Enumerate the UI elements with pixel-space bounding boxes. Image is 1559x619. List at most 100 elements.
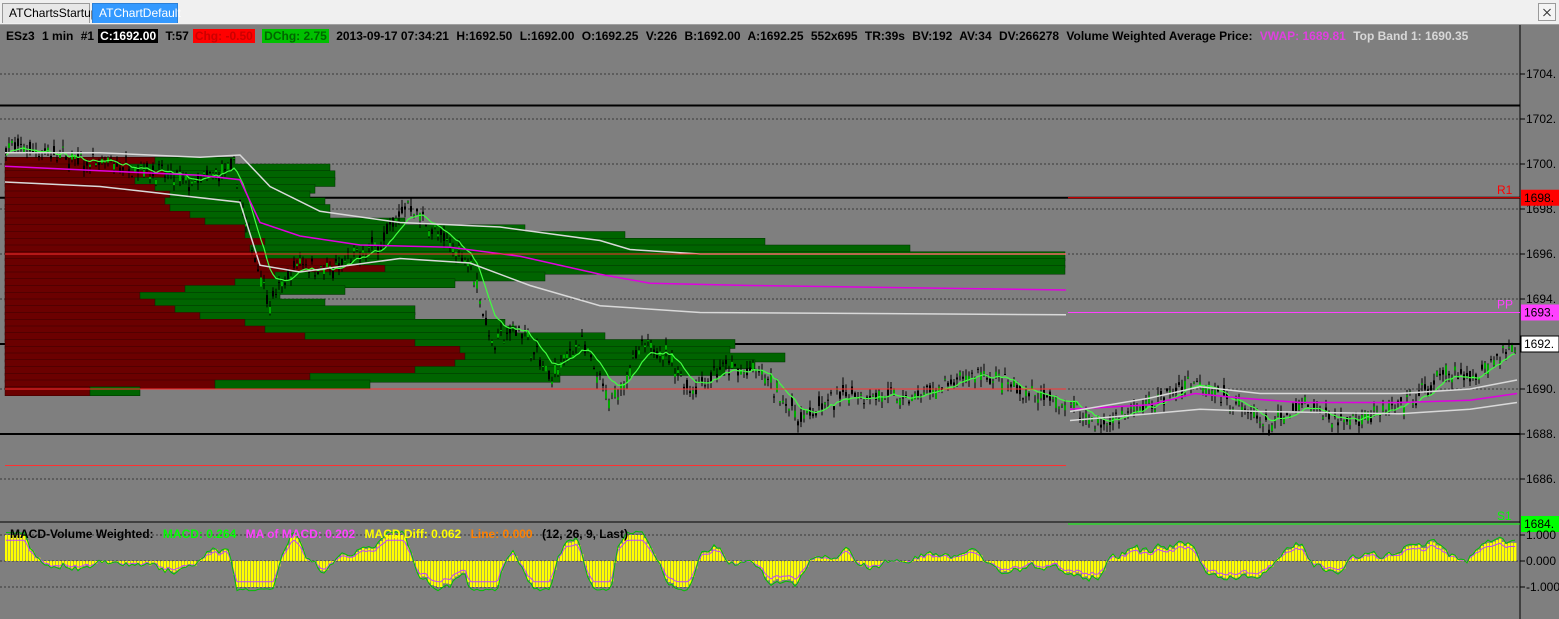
- candle-body: [38, 155, 40, 158]
- macd-histogram-bar: [1178, 543, 1181, 561]
- macd-histogram-bar: [446, 561, 449, 584]
- candle-body: [1412, 402, 1414, 405]
- candle-body: [275, 293, 277, 295]
- candle-body: [839, 391, 841, 399]
- candle-body: [194, 180, 196, 183]
- candle-body: [1388, 403, 1390, 411]
- candle-body: [1031, 386, 1033, 389]
- macd-histogram-bar: [713, 546, 716, 561]
- candle-body: [449, 242, 451, 247]
- tab-atchartsstartup[interactable]: ATChartsStartup: [2, 3, 97, 23]
- candle-body: [188, 187, 190, 192]
- candle-body: [1001, 382, 1003, 393]
- candle-body: [1169, 390, 1171, 393]
- candle-body: [227, 163, 229, 170]
- macd-histogram-bar: [1511, 542, 1514, 561]
- sell-volume-bar: [4, 386, 91, 396]
- candle-body: [1148, 395, 1150, 403]
- close-icon[interactable]: [1538, 3, 1556, 21]
- candle-body: [401, 206, 403, 214]
- candle-body: [326, 262, 328, 268]
- macd-tick-label: 1.000: [1526, 528, 1556, 542]
- candle-body: [1106, 424, 1108, 426]
- candle-body: [173, 182, 175, 186]
- candle-body: [704, 385, 706, 387]
- macd-histogram-bar: [782, 561, 785, 580]
- tab-atchartdefault[interactable]: ATChartDefault: [92, 3, 181, 23]
- candle-body: [314, 275, 316, 277]
- macd-histogram-bar: [431, 561, 434, 586]
- candle-body: [614, 388, 616, 398]
- candle-body: [1259, 421, 1261, 423]
- dv-label: DV:266278: [999, 29, 1060, 43]
- candle-body: [1244, 408, 1246, 410]
- candle-body: [926, 385, 928, 388]
- macd-histogram-bar: [542, 561, 545, 587]
- candle-body: [1028, 393, 1030, 397]
- candle-body: [1070, 403, 1072, 405]
- macd-histogram-bar: [1235, 561, 1238, 578]
- macd-histogram-bar: [473, 561, 476, 587]
- macd-histogram-bar: [785, 561, 788, 580]
- candle-body: [479, 300, 481, 305]
- candle-body: [431, 229, 433, 234]
- candle-body: [200, 181, 202, 183]
- candle-body: [1211, 390, 1213, 395]
- candle-body: [1058, 407, 1060, 409]
- candle-body: [1442, 370, 1444, 375]
- macd-histogram-bar: [602, 561, 605, 587]
- candle-body: [638, 350, 640, 355]
- vwap-value: VWAP: 1689.81: [1259, 29, 1346, 43]
- candle-body: [485, 317, 487, 325]
- chart-area[interactable]: 1704. 1702. 1700. 1698. 1696. 1694. 1692. 1690.…: [0, 25, 1559, 619]
- price-tick-label: 1686.: [1526, 472, 1556, 486]
- macd-histogram-bar: [689, 561, 692, 585]
- candle-body: [515, 330, 517, 336]
- high-label: H:1692.50: [456, 29, 513, 43]
- candle-body: [824, 402, 826, 405]
- macd-histogram-bar: [1145, 550, 1148, 561]
- candle-body: [665, 345, 667, 350]
- candle-body: [47, 147, 49, 151]
- macd-info-bar: MACD-Volume Weighted: MACD: 0.264 MA of …: [10, 527, 634, 541]
- daily-change-badge: DChg: 2.75: [262, 29, 329, 43]
- candle-body: [1019, 385, 1021, 395]
- candle-body: [482, 313, 484, 316]
- candle-body: [1439, 373, 1441, 376]
- candle-body: [221, 164, 223, 174]
- macd-histogram-bar: [641, 535, 644, 561]
- candle-body: [191, 181, 193, 184]
- candle-body: [1196, 380, 1198, 382]
- candle-body: [155, 179, 157, 185]
- price-tick-label: 1696.: [1526, 247, 1556, 261]
- candle-body: [986, 378, 988, 380]
- candle-body: [395, 218, 397, 221]
- candle-body: [872, 395, 874, 397]
- candle-body: [1400, 397, 1402, 402]
- macd-histogram-bar: [1406, 546, 1409, 561]
- candle-body: [830, 392, 832, 394]
- candle-body: [1262, 424, 1264, 427]
- candle-body: [629, 368, 631, 378]
- price-tick-label: 1702.: [1526, 112, 1556, 126]
- candle-body: [473, 281, 475, 286]
- candle-body: [1373, 406, 1375, 411]
- candle-body: [149, 176, 151, 180]
- candle-body: [1406, 395, 1408, 398]
- candle-body: [422, 211, 424, 215]
- candle-body: [113, 163, 115, 170]
- candle-body: [1466, 372, 1468, 377]
- candle-body: [158, 164, 160, 166]
- candle-body: [686, 379, 688, 389]
- candle-body: [554, 364, 556, 374]
- macd-histogram-bar: [362, 548, 365, 561]
- candle-body: [557, 369, 559, 375]
- candle-body: [611, 393, 613, 395]
- macd-histogram-bar: [1238, 561, 1241, 577]
- macd-histogram-bar: [797, 561, 800, 582]
- candle-body: [95, 163, 97, 166]
- candle-body: [668, 360, 670, 364]
- macd-histogram-bar: [1073, 561, 1076, 575]
- candle-body: [476, 279, 478, 289]
- candle-body: [1382, 405, 1384, 412]
